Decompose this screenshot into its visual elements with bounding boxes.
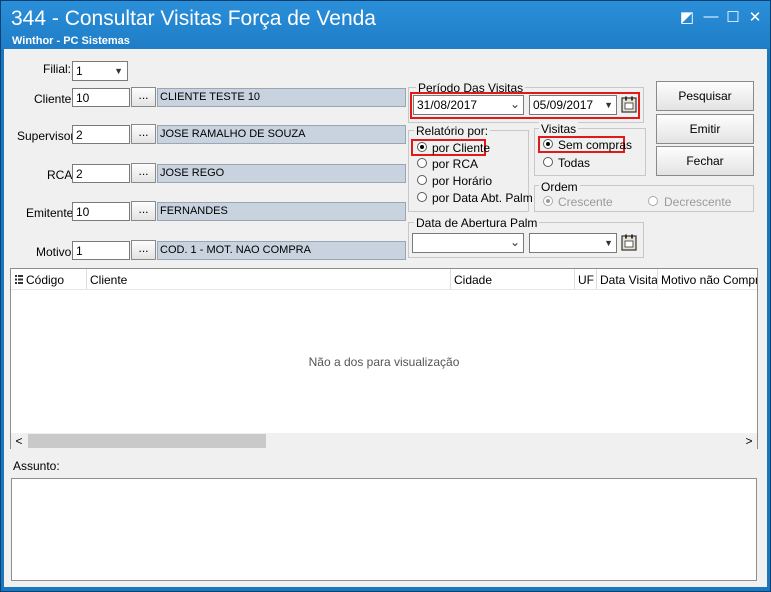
motivo-code-input[interactable]: 1 — [72, 241, 130, 260]
emitente-code-input[interactable]: 10 — [72, 202, 130, 221]
relatorio-por-rca-radio[interactable] — [417, 158, 427, 168]
grid-empty-message: Não a dos para visualização — [308, 355, 460, 369]
title-bar: 344 - Consultar Visitas Força de Venda W… — [1, 1, 770, 49]
window-title: 344 - Consultar Visitas Força de Venda — [11, 7, 376, 30]
cliente-lookup-button[interactable]: ... — [131, 87, 156, 107]
data-abertura-end-date[interactable]: ▼ — [529, 233, 617, 253]
periodo-start-date[interactable]: 31/08/2017 ⌄ — [413, 95, 524, 115]
emitir-button[interactable]: Emitir — [656, 114, 754, 144]
calendar-icon[interactable] — [620, 96, 638, 113]
cliente-description: CLIENTE TESTE 10 — [157, 88, 406, 107]
fechar-button[interactable]: Fechar — [656, 146, 754, 176]
cliente-label: Cliente — [34, 92, 72, 106]
data-abertura-title: Data de Abertura Palm — [414, 216, 540, 230]
horizontal-scrollbar[interactable]: < > — [11, 433, 757, 449]
relatorio-por-cliente-radio[interactable] — [417, 142, 427, 152]
periodo-end-date[interactable]: 05/09/2017 ▼ — [529, 95, 617, 115]
ordem-crescente-label: Crescente — [558, 195, 613, 209]
emitente-lookup-button[interactable]: ... — [131, 201, 156, 221]
rca-label: RCA — [47, 168, 73, 182]
column-data-visita[interactable]: Data Visita — [597, 269, 658, 289]
relatorio-por-data-abt-palm-radio[interactable] — [417, 192, 427, 202]
supervisor-description: JOSE RAMALHO DE SOUZA — [157, 125, 406, 144]
ordem-decrescente-radio[interactable] — [648, 196, 658, 206]
filial-label: Filial: — [43, 62, 72, 76]
column-cliente[interactable]: Cliente — [87, 269, 451, 289]
filial-value: 1 — [76, 64, 83, 78]
assunto-textarea[interactable] — [11, 478, 757, 581]
column-chooser-icon[interactable] — [15, 275, 23, 284]
emitir-label: Emitir — [689, 122, 721, 136]
column-motivo-nao-compra[interactable]: Motivo não Compra — [658, 269, 757, 289]
supervisor-lookup-button[interactable]: ... — [131, 124, 156, 144]
pesquisar-label: Pesquisar — [678, 89, 732, 103]
supervisor-label: Supervisor — [17, 129, 75, 143]
dropdown-arrow-icon[interactable]: ⌄ — [510, 235, 520, 249]
data-abertura-start-date[interactable]: ⌄ — [412, 233, 524, 253]
visitas-sem-compras-label: Sem compras — [558, 138, 633, 152]
dropdown-arrow-icon[interactable]: ▼ — [114, 66, 123, 76]
visitas-sem-compras-radio[interactable] — [543, 139, 553, 149]
pesquisar-button[interactable]: Pesquisar — [656, 81, 754, 111]
visitas-title: Visitas — [539, 122, 579, 136]
relatorio-por-cliente-label: por Cliente — [432, 141, 491, 155]
minimize-icon[interactable]: — — [701, 8, 721, 25]
ordem-decrescente-label: Decrescente — [664, 195, 732, 209]
column-codigo[interactable]: Código — [23, 269, 87, 289]
ordem-title: Ordem — [539, 180, 580, 194]
close-icon[interactable]: ✕ — [745, 8, 765, 26]
dropdown-arrow-icon[interactable]: ▼ — [604, 238, 613, 248]
relatorio-por-rca-label: por RCA — [432, 157, 479, 171]
ordem-crescente-radio[interactable] — [543, 196, 553, 206]
fechar-label: Fechar — [686, 154, 724, 168]
window-subtitle: Winthor - PC Sistemas — [12, 35, 130, 47]
column-cidade[interactable]: Cidade — [451, 269, 575, 289]
emitente-label: Emitente — [26, 206, 74, 220]
rca-description: JOSE REGO — [157, 164, 406, 183]
supervisor-code-input[interactable]: 2 — [72, 125, 130, 144]
assunto-label: Assunto: — [13, 459, 60, 473]
rca-code-input[interactable]: 2 — [72, 164, 130, 183]
relatorio-title: Relatório por: — [414, 124, 491, 138]
cliente-code-input[interactable]: 10 — [72, 88, 130, 107]
visitas-todas-radio[interactable] — [543, 157, 553, 167]
results-grid[interactable]: Código Cliente Cidade UF Data Visita Mot… — [10, 268, 758, 449]
restore-icon[interactable]: ◩ — [677, 8, 697, 26]
relatorio-por-horario-label: por Horário — [432, 174, 493, 188]
dropdown-arrow-icon[interactable]: ⌄ — [510, 97, 520, 111]
scroll-right-icon[interactable]: > — [741, 433, 757, 449]
scroll-left-icon[interactable]: < — [11, 433, 27, 449]
relatorio-por-horario-radio[interactable] — [417, 175, 427, 185]
motivo-description: COD. 1 - MOT. NAO COMPRA — [157, 241, 406, 260]
filial-select[interactable]: 1 ▼ — [72, 61, 128, 81]
visitas-todas-label: Todas — [558, 156, 591, 170]
maximize-icon[interactable]: ☐ — [723, 8, 743, 26]
scrollbar-thumb[interactable] — [28, 434, 266, 448]
calendar-icon[interactable] — [620, 234, 638, 251]
motivo-label: Motivo — [36, 245, 72, 259]
motivo-lookup-button[interactable]: ... — [131, 240, 156, 260]
relatorio-por-data-abt-palm-label: por Data Abt. Palm — [432, 191, 533, 205]
periodo-end-value: 05/09/2017 — [533, 98, 594, 112]
emitente-description: FERNANDES — [157, 202, 406, 221]
dropdown-arrow-icon[interactable]: ▼ — [604, 100, 613, 110]
rca-lookup-button[interactable]: ... — [131, 163, 156, 183]
column-uf[interactable]: UF — [575, 269, 597, 289]
periodo-start-value: 31/08/2017 — [417, 98, 478, 112]
